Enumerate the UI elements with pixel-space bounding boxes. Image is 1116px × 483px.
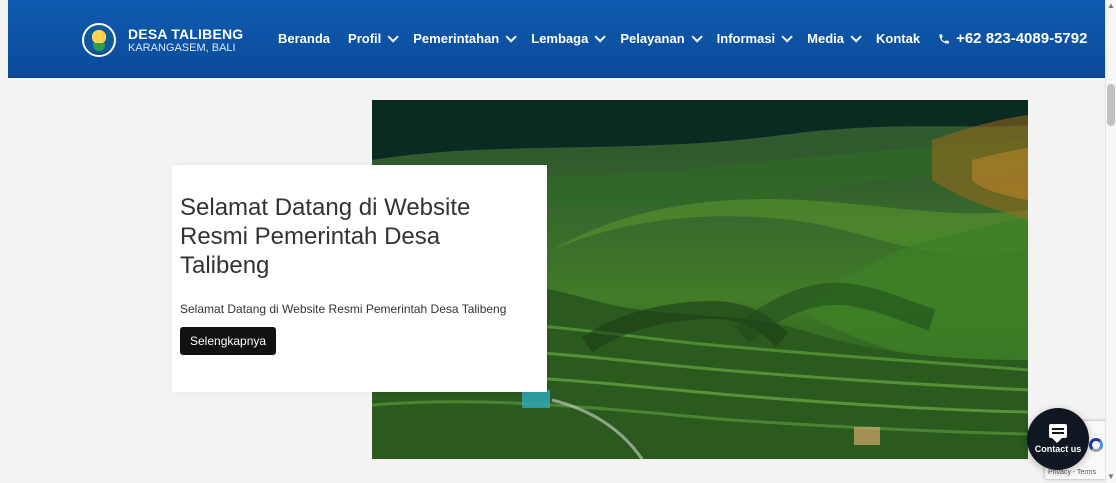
nav-item-pelayanan[interactable]: Pelayanan: [620, 30, 703, 46]
page-title: Selamat Datang di Website Resmi Pemerint…: [180, 194, 471, 279]
scroll-down-icon[interactable]: ▼: [1106, 471, 1116, 483]
nav-item-label: Beranda: [278, 31, 331, 46]
site-header: DESA TALIBENG KARANGASEM, BALI Beranda P…: [8, 0, 1106, 78]
nav-item-label: Informasi: [716, 31, 776, 46]
nav-item-label: Kontak: [876, 31, 921, 46]
chevron-down-icon: [594, 30, 607, 43]
nav-item-label: Lembaga: [531, 31, 589, 46]
brand-subtitle: KARANGASEM, BALI: [128, 41, 236, 54]
brand[interactable]: DESA TALIBENG KARANGASEM, BALI: [82, 22, 243, 58]
main-nav: Beranda Profil Pemerintahan Lembaga Pela…: [278, 30, 1087, 47]
page-scrollbar[interactable]: ▲ ▼: [1105, 0, 1116, 483]
welcome-description: Selamat Datang di Website Resmi Pemerint…: [180, 302, 507, 316]
chevron-down-icon: [387, 30, 400, 43]
chevron-down-icon: [850, 30, 862, 43]
read-more-button[interactable]: Selengkapnya: [180, 327, 277, 355]
nav-item-kontak[interactable]: Kontak: [876, 31, 920, 46]
contact-us-button[interactable]: Contact us: [1027, 408, 1089, 470]
nav-item-label: Pemerintahan: [413, 31, 500, 46]
village-logo-icon: [82, 23, 116, 57]
nav-item-profil[interactable]: Profil: [348, 30, 400, 46]
scroll-up-icon[interactable]: ▲: [1106, 0, 1116, 12]
phone-icon: [939, 33, 949, 44]
welcome-card: Selamat Datang di Website Resmi Pemerint…: [172, 165, 547, 392]
nav-item-informasi[interactable]: Informasi: [716, 30, 793, 46]
scroll-thumb[interactable]: [1107, 84, 1115, 126]
brand-text: DESA TALIBENG KARANGASEM, BALI: [128, 27, 243, 54]
nav-item-label: Profil: [348, 31, 382, 46]
nav-item-media[interactable]: Media: [807, 30, 862, 46]
chevron-down-icon: [691, 30, 703, 43]
chevron-down-icon: [505, 30, 518, 43]
brand-name: DESA TALIBENG: [128, 25, 244, 42]
recaptcha-icon: [1089, 438, 1103, 452]
nav-item-beranda[interactable]: Beranda: [278, 31, 330, 46]
contact-us-label: Contact us: [1034, 444, 1082, 454]
phone-number: +62 823-4089-5792: [956, 30, 1088, 47]
nav-item-lembaga[interactable]: Lembaga: [531, 30, 607, 46]
chat-icon: [1049, 424, 1067, 443]
nav-item-label: Media: [807, 31, 845, 46]
nav-item-label: Pelayanan: [620, 31, 685, 46]
nav-item-pemerintahan[interactable]: Pemerintahan: [413, 30, 518, 46]
recaptcha-text: Privacy - Terms: [1048, 469, 1097, 476]
chevron-down-icon: [781, 30, 793, 43]
phone-link[interactable]: +62 823-4089-5792: [938, 30, 1087, 47]
